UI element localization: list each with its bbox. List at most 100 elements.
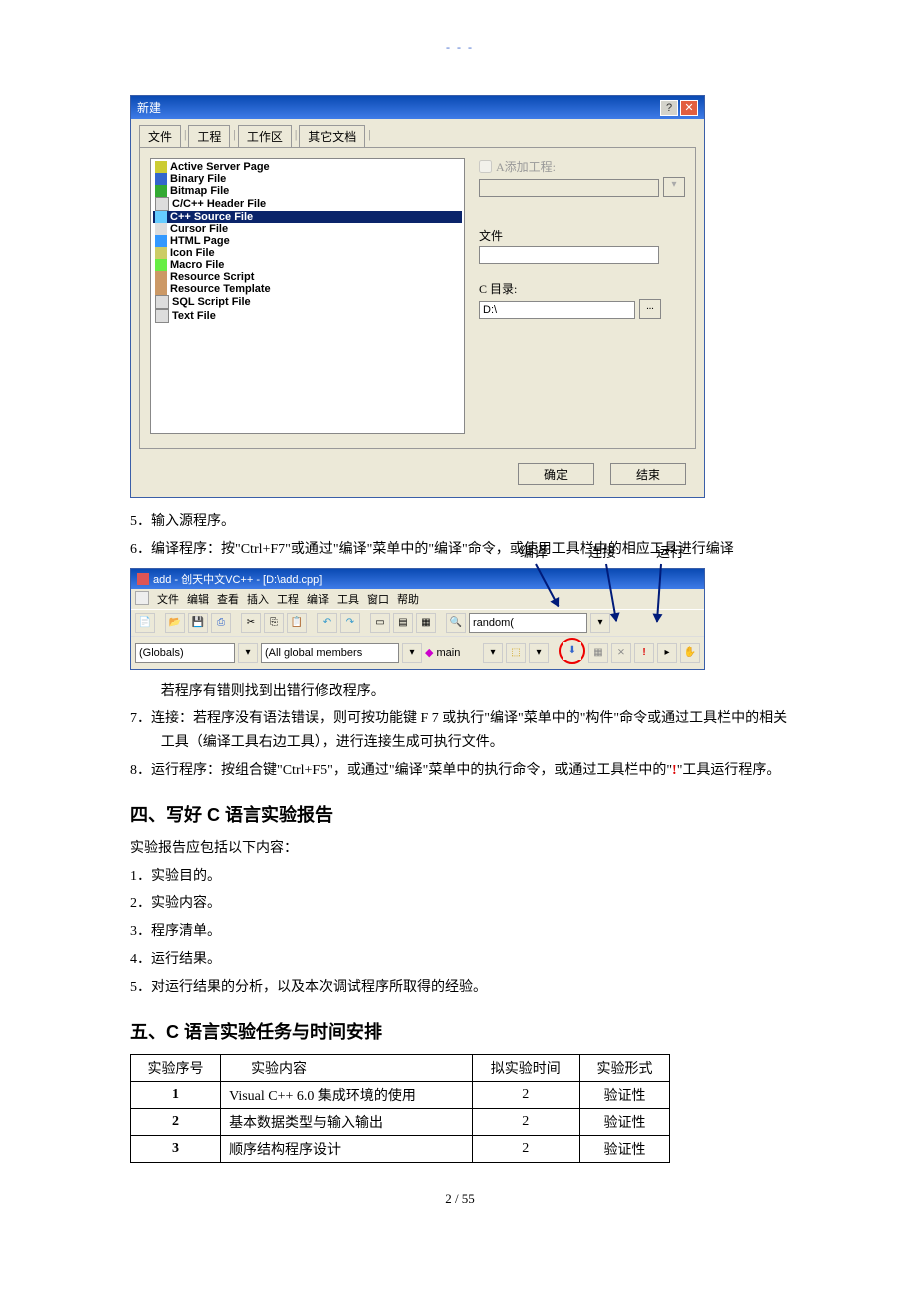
members-combo[interactable]	[261, 643, 399, 663]
close-icon[interactable]: ✕	[680, 100, 698, 116]
sec4-item: 2．实验内容。	[130, 892, 790, 916]
file-type-list[interactable]: Active Server Page Binary File Bitmap Fi…	[150, 158, 465, 434]
error-note: 若程序有错则找到出错行修改程序。	[130, 680, 790, 704]
dir-field-label: C 目录:	[479, 280, 685, 297]
dropdown-icon[interactable]: ▾	[238, 643, 258, 663]
sec4-item: 4．运行结果。	[130, 948, 790, 972]
list-item: HTML Page	[153, 235, 462, 247]
menu-view[interactable]: 查看	[217, 591, 239, 607]
schedule-table: 实验序号 实验内容 拟实验时间 实验形式 1Visual C++ 6.0 集成环…	[130, 1054, 670, 1163]
list-item: Binary File	[153, 173, 462, 185]
step-6: 6．编译程序：按"Ctrl+F7"或通过"编译"菜单中的"编译"命令，或使用工具…	[130, 538, 790, 562]
help-icon[interactable]: ?	[660, 100, 678, 116]
copy-icon[interactable]: ⎘	[264, 613, 284, 633]
dialog-title-text: 新建	[137, 99, 161, 116]
sec4-item: 5．对运行结果的分析，以及本次调试程序所取得的经验。	[130, 976, 790, 1000]
list-item: Active Server Page	[153, 161, 462, 173]
sec4-intro: 实验报告应包括以下内容：	[130, 837, 790, 861]
scope-combo[interactable]	[135, 643, 235, 663]
section-5-title: 五、C 语言实验任务与时间安排	[130, 1018, 790, 1044]
tab-other[interactable]: 其它文档	[299, 125, 365, 147]
annot-compile: 编译	[520, 542, 548, 562]
ide-menubar: 文件 编辑 查看 插入 工程 编译 工具 窗口 帮助	[131, 589, 704, 609]
page-number: 2 / 55	[130, 1191, 790, 1207]
header-dashes: - - -	[130, 40, 790, 55]
list-item: Resource Script	[153, 271, 462, 283]
open-icon[interactable]: 📂	[165, 613, 185, 633]
undo-icon[interactable]: ↶	[317, 613, 337, 633]
saveall-icon[interactable]: ⎙	[211, 613, 231, 633]
dropdown-icon: ▾	[663, 177, 685, 197]
window-icon[interactable]: ▦	[416, 613, 436, 633]
tab-file[interactable]: 文件	[139, 125, 181, 147]
ide-toolbar-2: ▾ ▾ ◆main ▾ ⬚ ▾ ⬇ ▦ ⨯ ! ▸ ✋	[131, 636, 704, 669]
ide-title-text: add - 创天中文VC++ - [D:\add.cpp]	[153, 571, 322, 587]
menu-build[interactable]: 编译	[307, 591, 329, 607]
list-item: SQL Script File	[153, 295, 462, 309]
breakpoint-icon[interactable]: ✋	[680, 643, 700, 663]
table-row: 3顺序结构程序设计2验证性	[131, 1135, 670, 1162]
tab-project[interactable]: 工程	[188, 125, 230, 147]
stop-build-icon[interactable]: ⨯	[611, 643, 631, 663]
list-item: C/C++ Header File	[153, 197, 462, 211]
menu-project[interactable]: 工程	[277, 591, 299, 607]
th-form: 实验形式	[579, 1054, 669, 1081]
list-item: Icon File	[153, 247, 462, 259]
browse-button[interactable]: ...	[639, 299, 661, 319]
section-4-title: 四、写好 C 语言实验报告	[130, 801, 790, 827]
menu-help[interactable]: 帮助	[397, 591, 419, 607]
compile-button-circled[interactable]: ⬇	[559, 638, 585, 664]
output-icon[interactable]: ▤	[393, 613, 413, 633]
nav-icon[interactable]: ⬚	[506, 643, 526, 663]
project-combo	[479, 179, 659, 197]
save-icon[interactable]: 💾	[188, 613, 208, 633]
directory-input[interactable]	[479, 301, 635, 319]
app-icon	[137, 573, 149, 585]
sec4-item: 1．实验目的。	[130, 865, 790, 889]
file-field-label: 文件	[479, 227, 685, 244]
dropdown-icon[interactable]: ▾	[402, 643, 422, 663]
find-icon[interactable]: 🔍	[446, 613, 466, 633]
list-item: Text File	[153, 309, 462, 323]
doc-icon	[135, 591, 149, 605]
step-8: 8．运行程序：按组合键"Ctrl+F5"，或通过"编译"菜单中的执行命令，或通过…	[130, 759, 790, 783]
annot-run: 运行	[656, 542, 684, 562]
go-icon[interactable]: ▸	[657, 643, 677, 663]
list-item-selected: C++ Source File	[153, 211, 462, 223]
new-icon[interactable]: 📄	[135, 613, 155, 633]
sec4-item: 3．程序清单。	[130, 920, 790, 944]
menu-edit[interactable]: 编辑	[187, 591, 209, 607]
table-row: 2基本数据类型与输入输出2验证性	[131, 1108, 670, 1135]
ok-button[interactable]: 确定	[518, 463, 594, 485]
step-7: 7．连接：若程序没有语法错误，则可按功能键 F 7 或执行"编译"菜单中的"构件…	[130, 707, 790, 755]
redo-icon[interactable]: ↷	[340, 613, 360, 633]
cancel-button[interactable]: 结束	[610, 463, 686, 485]
dialog-tabs: 文件| 工程| 工作区| 其它文档|	[131, 119, 704, 147]
build-icon[interactable]: ▦	[588, 643, 608, 663]
dropdown-icon[interactable]: ▾	[483, 643, 503, 663]
find-input[interactable]	[469, 613, 587, 633]
table-row: 1Visual C++ 6.0 集成环境的使用2验证性	[131, 1081, 670, 1108]
file-name-input[interactable]	[479, 246, 659, 264]
th-number: 实验序号	[131, 1054, 221, 1081]
dropdown-icon[interactable]: ▾	[590, 613, 610, 633]
th-time: 拟实验时间	[472, 1054, 579, 1081]
menu-window[interactable]: 窗口	[367, 591, 389, 607]
th-content: 实验内容	[221, 1054, 473, 1081]
cut-icon[interactable]: ✂	[241, 613, 261, 633]
list-item: Resource Template	[153, 283, 462, 295]
tab-workspace[interactable]: 工作区	[238, 125, 292, 147]
run-icon[interactable]: !	[634, 643, 654, 663]
workspace-icon[interactable]: ▭	[370, 613, 390, 633]
list-item: Macro File	[153, 259, 462, 271]
step-5: 5．输入源程序。	[130, 510, 790, 534]
table-header-row: 实验序号 实验内容 拟实验时间 实验形式	[131, 1054, 670, 1081]
dropdown-icon[interactable]: ▾	[529, 643, 549, 663]
menu-tools[interactable]: 工具	[337, 591, 359, 607]
annot-link: 连接	[588, 542, 616, 562]
paste-icon[interactable]: 📋	[287, 613, 307, 633]
menu-file[interactable]: 文件	[157, 591, 179, 607]
menu-insert[interactable]: 插入	[247, 591, 269, 607]
checkbox-icon	[479, 160, 492, 173]
list-item: Bitmap File	[153, 185, 462, 197]
